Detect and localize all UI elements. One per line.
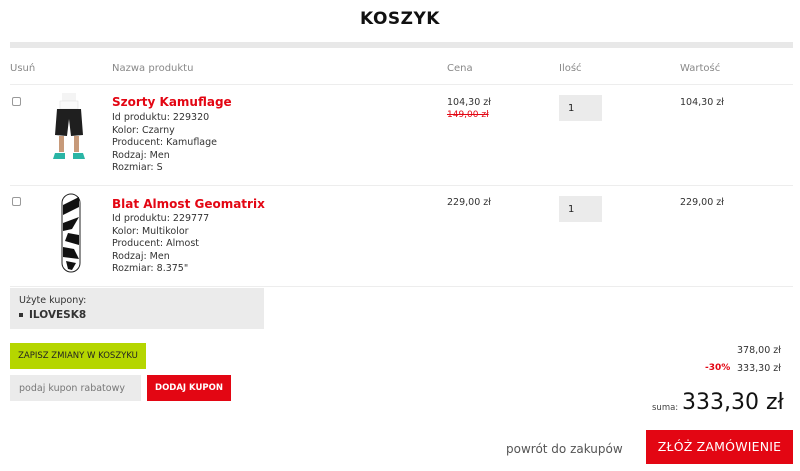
quantity-input[interactable]: 1 — [559, 196, 602, 222]
quantity-input[interactable]: 1 — [559, 95, 602, 121]
header-product-name: Nazwa produktu — [112, 63, 194, 74]
applied-coupons-panel: Użyte kupony: ILOVESK8 — [10, 288, 264, 329]
total-value: 333,30 zł — [682, 390, 784, 415]
add-coupon-button[interactable]: DODAJ KUPON — [147, 375, 231, 401]
header-quantity: Ilość — [559, 63, 582, 74]
product-old-price: 149,00 zł — [447, 110, 489, 120]
product-color: Kolor: Czarny — [112, 124, 175, 136]
product-name-link[interactable]: Szorty Kamuflage — [112, 95, 232, 109]
title-divider — [10, 42, 793, 48]
product-name-link[interactable]: Blat Almost Geomatrix — [112, 197, 265, 211]
header-divider — [10, 84, 793, 85]
coupon-input[interactable] — [10, 375, 141, 401]
save-cart-button[interactable]: ZAPISZ ZMIANY W KOSZYKU — [10, 343, 146, 369]
product-kind: Rodzaj: Men — [112, 149, 170, 161]
total-label: suma: — [652, 403, 679, 413]
bullet-icon — [19, 313, 23, 317]
product-id: Id produktu: 229777 — [112, 213, 210, 224]
remove-checkbox[interactable] — [12, 97, 21, 106]
discount-percent: -30% — [705, 363, 731, 373]
product-size: Rozmiar: 8.375" — [112, 263, 189, 274]
product-id: Id produktu: 229320 — [112, 112, 210, 123]
product-details: Id produktu: 229320 Kolor: Czarny Produc… — [112, 112, 217, 175]
product-producer: Producent: Kamuflage — [112, 137, 217, 148]
product-size: Rozmiar: S — [112, 162, 163, 173]
row-divider — [10, 185, 793, 186]
coupon-code: ILOVESK8 — [19, 309, 86, 321]
product-kind: Rodzaj: Men — [112, 250, 170, 262]
product-value: 229,00 zł — [680, 197, 724, 208]
product-price: 229,00 zł — [447, 197, 491, 208]
product-details: Id produktu: 229777 Kolor: Multikolor Pr… — [112, 213, 209, 276]
coupon-code-text: ILOVESK8 — [29, 309, 87, 321]
subtotal-value: 378,00 zł — [737, 345, 781, 356]
product-price: 104,30 zł — [447, 97, 491, 108]
remove-checkbox[interactable] — [12, 197, 21, 206]
product-producer: Producent: Almost — [112, 238, 200, 249]
product-color: Kolor: Multikolor — [112, 225, 189, 237]
header-price: Cena — [447, 63, 473, 74]
discounted-value: 333,30 zł — [737, 363, 781, 374]
product-value: 104,30 zł — [680, 97, 724, 108]
applied-coupons-label: Użyte kupony: — [19, 295, 87, 306]
place-order-button[interactable]: ZŁÓŻ ZAMÓWIENIE — [646, 430, 793, 464]
header-remove: Usuń — [10, 63, 36, 74]
page-title: KOSZYK — [360, 9, 440, 29]
product-image-skateboard-deck[interactable] — [60, 193, 82, 273]
header-value: Wartość — [680, 63, 721, 74]
product-image-shorts[interactable] — [49, 93, 89, 165]
row-divider — [10, 286, 793, 287]
back-to-shopping-link[interactable]: powrót do zakupów — [506, 442, 623, 456]
